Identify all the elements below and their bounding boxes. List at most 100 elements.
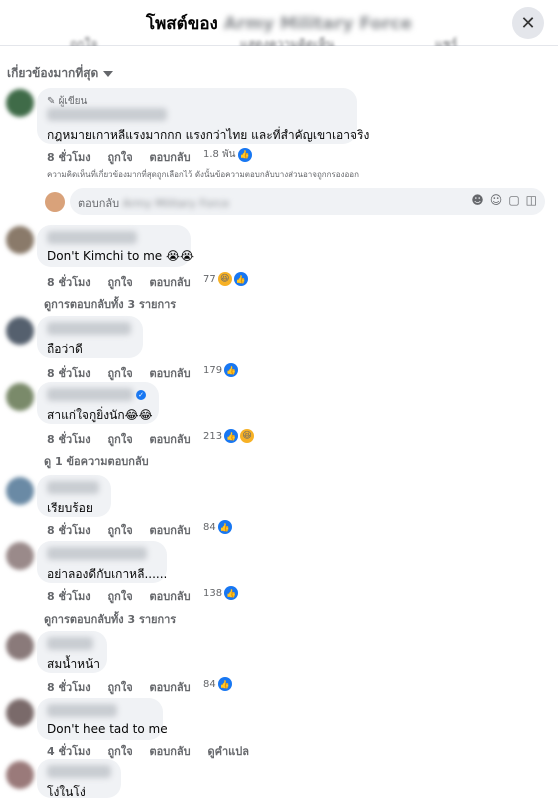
like-link[interactable]: ถูกใจ bbox=[108, 367, 133, 380]
sticker-icon[interactable]: ◫ bbox=[526, 193, 537, 207]
comment-time[interactable]: 8 ชั่วโมง bbox=[47, 276, 91, 289]
commenter-name[interactable] bbox=[47, 704, 117, 717]
like-link[interactable]: ถูกใจ bbox=[108, 433, 133, 446]
avatar-sticker-icon[interactable]: ☻ bbox=[471, 193, 484, 207]
avatar[interactable] bbox=[6, 226, 34, 254]
comment-time[interactable]: 8 ชั่วโมง bbox=[47, 433, 91, 446]
comment-text: Don't Kimchi to me 😭😭 bbox=[47, 249, 195, 263]
reaction-count[interactable]: 1.8 พัน 👍 bbox=[203, 147, 252, 162]
comment-time[interactable]: 8 ชั่วโมง bbox=[47, 367, 91, 380]
comment-time[interactable]: 8 ชั่วโมง bbox=[47, 151, 91, 164]
reply-link[interactable]: ตอบกลับ bbox=[149, 276, 190, 289]
comment-actions: 8 ชั่วโมง ถูกใจ ตอบกลับ bbox=[47, 587, 204, 605]
haha-icon: 😆 bbox=[240, 429, 255, 443]
comment-bubble: ถือว่าดี bbox=[37, 316, 143, 358]
like-icon: 👍 bbox=[224, 363, 239, 377]
like-icon: 👍 bbox=[237, 147, 252, 162]
commenter-name[interactable] bbox=[47, 231, 137, 244]
avatar[interactable] bbox=[6, 699, 34, 727]
comment-text: สมน้ำหน้า bbox=[47, 657, 101, 671]
avatar[interactable] bbox=[6, 632, 34, 660]
reply-link[interactable]: ตอบกลับ bbox=[149, 590, 190, 603]
comment-actions: 8 ชั่วโมง ถูกใจ ตอบกลับ bbox=[47, 521, 204, 539]
gif-icon[interactable]: ▢ bbox=[508, 193, 519, 207]
reaction-count[interactable]: 77 😆 👍 bbox=[203, 272, 248, 286]
avatar[interactable] bbox=[6, 89, 34, 117]
comment-time[interactable]: 8 ชั่วโมง bbox=[47, 681, 91, 694]
like-action[interactable]: ถูกใจ bbox=[70, 35, 97, 46]
verified-icon: ✓ bbox=[136, 389, 146, 400]
comment-bubble: อย่าลองดีกับเกาหลี...... bbox=[37, 541, 167, 583]
view-replies-link[interactable]: ดูการตอบกลับทั้ง 3 รายการ bbox=[44, 610, 176, 628]
avatar[interactable] bbox=[6, 317, 34, 345]
comment-text: อย่าลองดีกับเกาหลี...... bbox=[47, 567, 168, 581]
reaction-count[interactable]: 179 👍 bbox=[203, 363, 239, 377]
share-action[interactable]: แชร์ bbox=[435, 35, 457, 46]
comment-sort-dropdown[interactable]: เกี่ยวข้องมากที่สุด bbox=[7, 64, 114, 83]
like-link[interactable]: ถูกใจ bbox=[108, 151, 133, 164]
view-replies-link[interactable]: ดู 1 ข้อความตอบกลับ bbox=[44, 452, 149, 470]
comment-bubble: ✓ สาแก่ใจกูยิ่งนัก😂😂 bbox=[37, 382, 159, 424]
comment-bubble: โง่ในโง่ bbox=[37, 759, 121, 798]
reply-link[interactable]: ตอบกลับ bbox=[149, 367, 190, 380]
comment-text: Don't hee tad to me bbox=[47, 722, 168, 736]
avatar[interactable] bbox=[6, 383, 34, 411]
comment-actions: 8 ชั่วโมง ถูกใจ ตอบกลับ bbox=[47, 148, 204, 166]
filter-note: ความคิดเห็นที่เกี่ยวข้องมากที่สุดถูกเลือ… bbox=[47, 170, 359, 179]
comment-time[interactable]: 4 ชั่วโมง bbox=[47, 745, 91, 758]
comment-text: โง่ในโง่ bbox=[47, 785, 86, 798]
commenter-name[interactable] bbox=[47, 765, 111, 778]
comment-actions: 8 ชั่วโมง ถูกใจ ตอบกลับ bbox=[47, 430, 204, 448]
comment-text: กฎหมายเกาหลีแรงมากกก แรงกว่าไทย และที่สำ… bbox=[47, 128, 370, 142]
comment-action[interactable]: แสดงความคิดเห็น bbox=[240, 35, 334, 46]
chevron-down-icon bbox=[103, 70, 114, 77]
like-link[interactable]: ถูกใจ bbox=[108, 524, 133, 537]
avatar[interactable] bbox=[6, 477, 34, 505]
like-icon: 👍 bbox=[217, 520, 232, 534]
reaction-count[interactable]: 84 👍 bbox=[203, 677, 232, 691]
translate-link[interactable]: ดูคำแปล bbox=[207, 745, 249, 758]
commenter-name[interactable] bbox=[47, 637, 93, 650]
like-link[interactable]: ถูกใจ bbox=[108, 745, 133, 758]
like-icon: 👍 bbox=[224, 586, 239, 600]
avatar[interactable] bbox=[6, 761, 34, 789]
reply-link[interactable]: ตอบกลับ bbox=[149, 433, 190, 446]
reaction-count[interactable]: 84 👍 bbox=[203, 520, 232, 534]
reaction-count[interactable]: 213 👍 😆 bbox=[203, 429, 255, 443]
comment-actions: 8 ชั่วโมง ถูกใจ ตอบกลับ bbox=[47, 273, 204, 291]
close-icon: ✕ bbox=[520, 12, 536, 34]
like-icon: 👍 bbox=[217, 677, 232, 691]
comment-time[interactable]: 8 ชั่วโมง bbox=[47, 524, 91, 537]
reply-placeholder: ตอบกลับ Army Military Force bbox=[78, 197, 230, 210]
reaction-count[interactable]: 138 👍 bbox=[203, 586, 239, 600]
commenter-name[interactable] bbox=[47, 388, 133, 401]
emoji-icon[interactable]: ☺ bbox=[490, 193, 503, 207]
comment-bubble: Don't hee tad to me bbox=[37, 698, 168, 740]
view-replies-link[interactable]: ดูการตอบกลับทั้ง 3 รายการ bbox=[44, 295, 176, 313]
comment-bubble: ✎ ผู้เขียน กฎหมายเกาหลีแรงมากกก แรงกว่าไ… bbox=[37, 88, 370, 144]
haha-icon: 😆 bbox=[217, 272, 232, 286]
like-link[interactable]: ถูกใจ bbox=[108, 681, 133, 694]
avatar bbox=[45, 192, 65, 212]
reply-link[interactable]: ตอบกลับ bbox=[149, 681, 190, 694]
comment-actions: 4 ชั่วโมง ถูกใจ ตอบกลับ ดูคำแปล bbox=[47, 742, 262, 760]
reply-tools: ☻ ☺ ▢ ◫ bbox=[471, 193, 537, 207]
commenter-name[interactable] bbox=[47, 108, 167, 121]
comment-bubble: Don't Kimchi to me 😭😭 bbox=[37, 225, 195, 267]
like-link[interactable]: ถูกใจ bbox=[108, 276, 133, 289]
commenter-name[interactable] bbox=[47, 481, 99, 494]
reply-link[interactable]: ตอบกลับ bbox=[149, 151, 190, 164]
comment-actions: 8 ชั่วโมง ถูกใจ ตอบกลับ bbox=[47, 364, 204, 382]
comment-bubble: เรียบร้อย bbox=[37, 475, 111, 517]
reply-link[interactable]: ตอบกลับ bbox=[149, 745, 190, 758]
commenter-name[interactable] bbox=[47, 322, 131, 335]
reply-link[interactable]: ตอบกลับ bbox=[149, 524, 190, 537]
reply-input[interactable]: ตอบกลับ Army Military Force ☻ ☺ ▢ ◫ bbox=[70, 188, 545, 215]
comment-time[interactable]: 8 ชั่วโมง bbox=[47, 590, 91, 603]
like-link[interactable]: ถูกใจ bbox=[108, 590, 133, 603]
commenter-name-row: ✓ bbox=[47, 388, 149, 406]
author-badge: ✎ ผู้เขียน bbox=[47, 96, 88, 107]
like-icon: 👍 bbox=[224, 429, 239, 443]
commenter-name[interactable] bbox=[47, 547, 147, 560]
avatar[interactable] bbox=[6, 542, 34, 570]
